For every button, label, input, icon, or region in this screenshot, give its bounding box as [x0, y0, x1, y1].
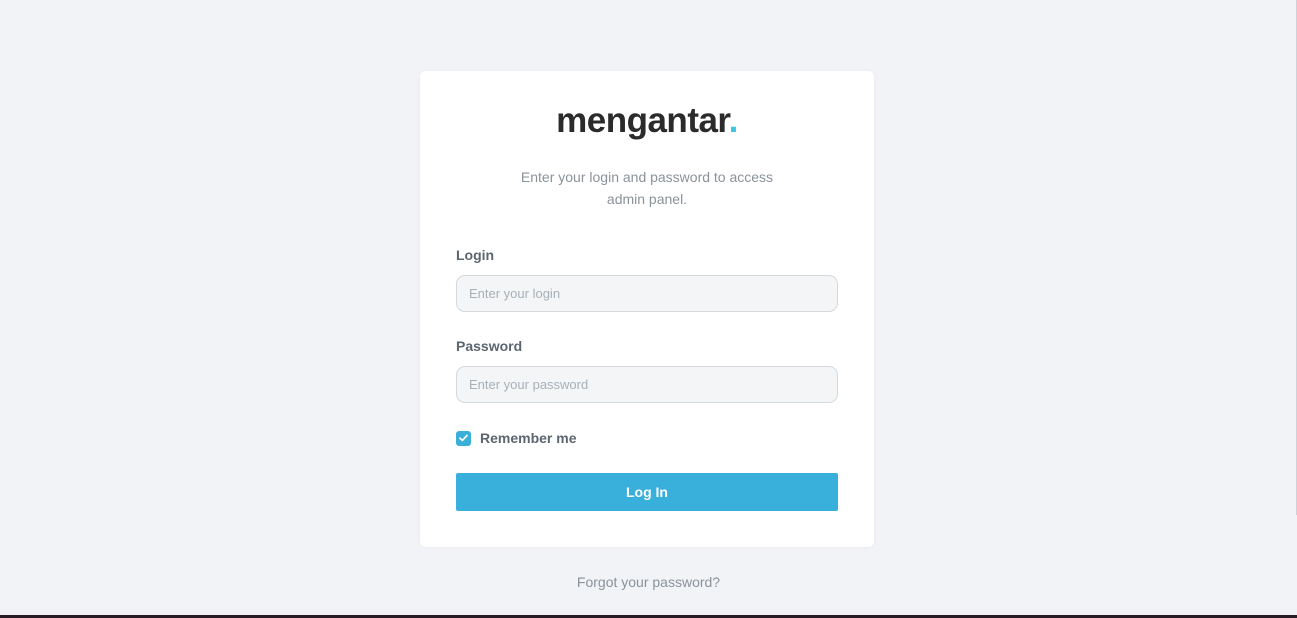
brand-logo: mengantar. [420, 101, 874, 141]
login-card: mengantar. Enter your login and password… [420, 71, 874, 547]
checkbox-checked-icon[interactable] [456, 430, 471, 446]
login-label: Login [456, 247, 495, 263]
login-button[interactable]: Log In [456, 473, 838, 511]
remember-me-checkbox[interactable]: Remember me [456, 430, 577, 446]
login-page: mengantar. Enter your login and password… [0, 0, 1297, 618]
login-input[interactable] [456, 275, 838, 312]
forgot-password-link[interactable]: Forgot your password? [0, 574, 1297, 590]
remember-me-label[interactable]: Remember me [480, 430, 577, 446]
brand-dot: . [728, 101, 739, 140]
password-input[interactable] [456, 366, 838, 403]
subtitle-line-2: admin panel. [606, 191, 688, 207]
brand-name: mengantar [556, 101, 729, 140]
login-subtitle: Enter your login and password to access … [480, 166, 814, 210]
subtitle-line-1: Enter your login and password to access [520, 169, 774, 185]
checkmark-icon [459, 434, 468, 442]
password-label: Password [456, 338, 523, 354]
